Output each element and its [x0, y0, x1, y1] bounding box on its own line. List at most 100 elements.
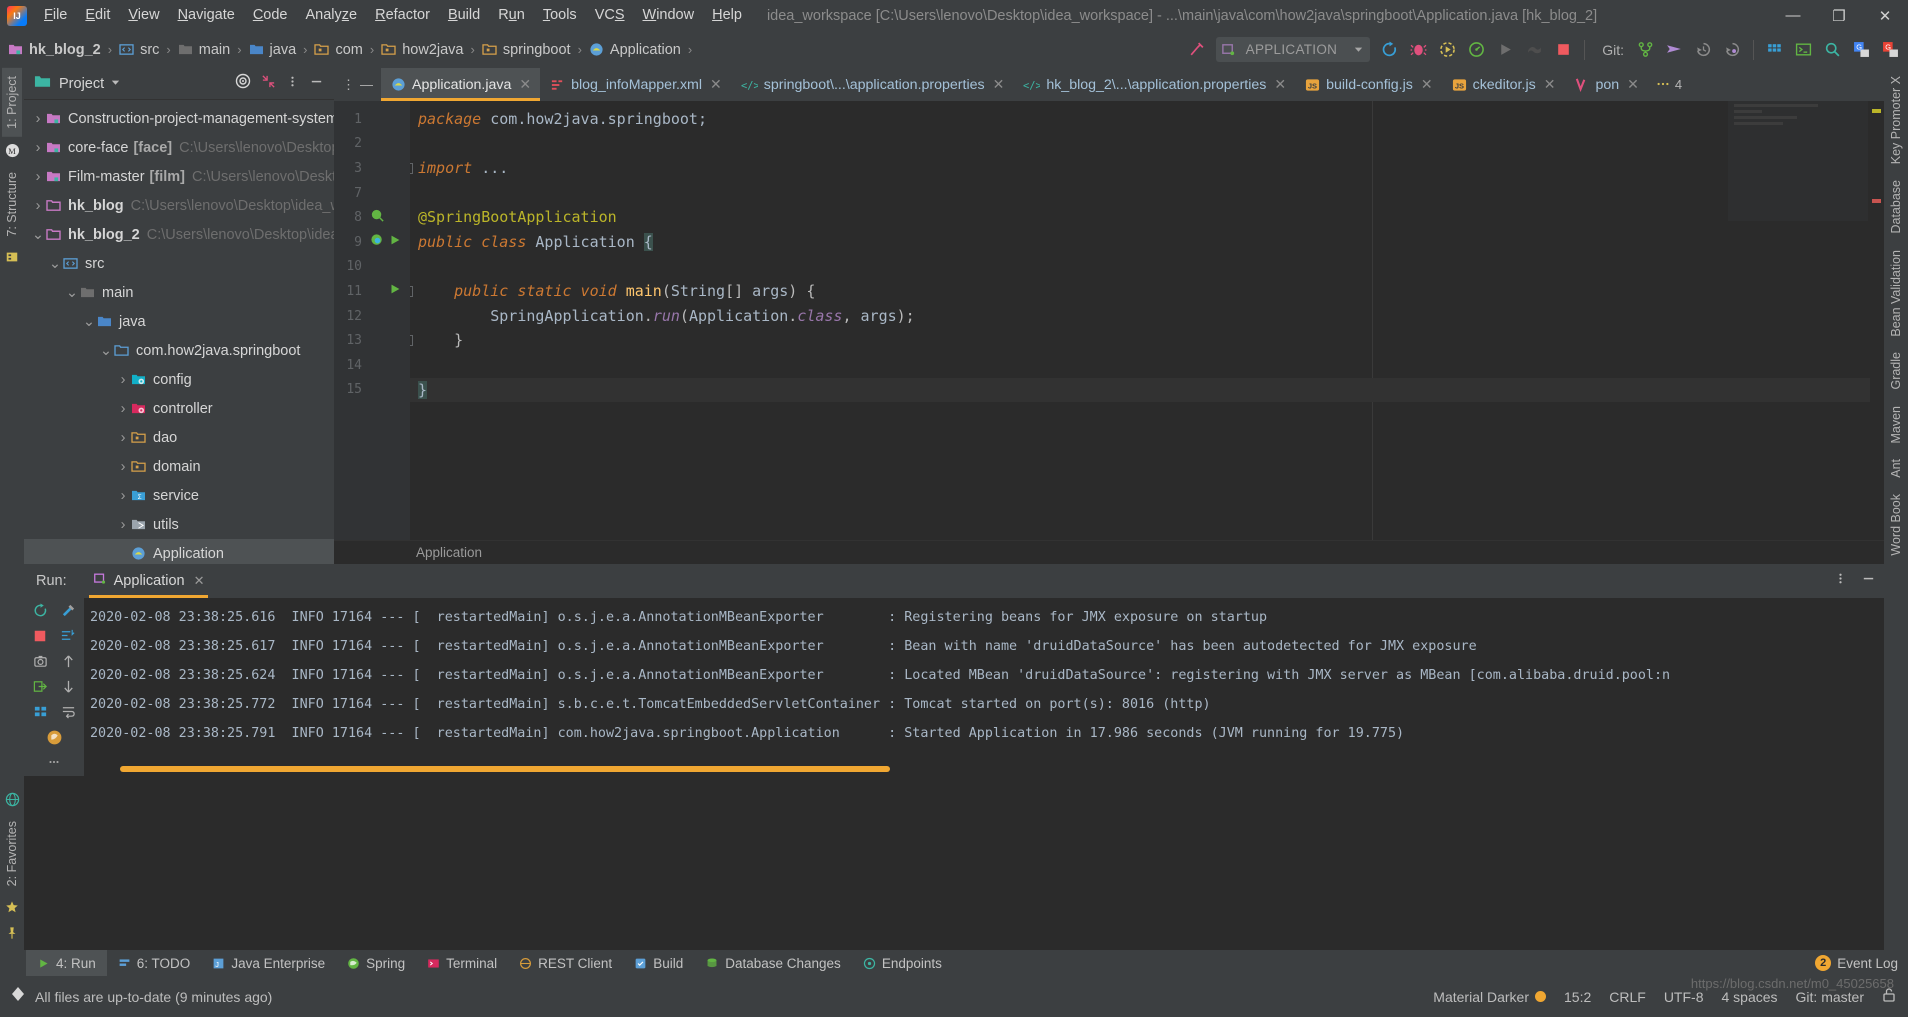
tree-row[interactable]: Application	[24, 539, 334, 564]
close-icon[interactable]: ✕	[1274, 76, 1286, 93]
hide-icon[interactable]	[309, 74, 324, 94]
console-horizontal-scrollbar[interactable]	[120, 766, 890, 772]
spring-boot-icon[interactable]	[46, 729, 63, 751]
tool-window-database-changes[interactable]: Database Changes	[694, 950, 852, 976]
git-push-icon[interactable]	[1661, 36, 1688, 63]
event-log-area[interactable]: 2 Event Log	[1815, 955, 1898, 971]
chevron-right-icon[interactable]: ›	[30, 169, 46, 185]
editor-tab-pon[interactable]: pon ✕	[1564, 68, 1647, 101]
tool-window-run[interactable]: 4: Run	[26, 950, 107, 976]
run-with-coverage-icon[interactable]	[1434, 36, 1461, 63]
print-icon[interactable]	[60, 628, 75, 648]
tool-window-word-book[interactable]: Word Book	[1886, 486, 1906, 564]
tool-window-key-promoter[interactable]: Key Promoter X	[1886, 68, 1906, 172]
chevron-right-icon[interactable]: ›	[115, 372, 131, 388]
menu-help[interactable]: Help	[703, 0, 751, 31]
tree-row[interactable]: › core-face[face] C:\Users\lenovo\Desktop\…	[24, 133, 334, 162]
menu-run[interactable]: Run	[489, 0, 534, 31]
editor-marker[interactable]	[1872, 109, 1881, 113]
spring-bean-icon[interactable]	[370, 208, 385, 227]
breadcrumb-item-how2java[interactable]: how2java	[381, 42, 464, 58]
code-line-8[interactable]: @SpringBootApplication	[410, 205, 1884, 230]
editor-tab-springboot-application-properties[interactable]: </> springboot\...\application.properties…	[731, 68, 1014, 101]
git-branch-icon[interactable]	[1632, 36, 1659, 63]
chevron-right-icon[interactable]: ›	[30, 198, 46, 214]
wrap-icon[interactable]	[61, 704, 76, 724]
more-icon[interactable]	[47, 755, 61, 774]
menu-vcs[interactable]: VCS	[586, 0, 634, 31]
edit-config-icon[interactable]	[61, 603, 76, 623]
attach-debugger-icon[interactable]	[1521, 36, 1548, 63]
export-icon[interactable]	[33, 679, 48, 699]
restore-button[interactable]: ❐	[1816, 0, 1862, 31]
options-icon[interactable]	[286, 74, 299, 94]
run-gutter-icon[interactable]	[388, 233, 402, 251]
git-history-icon[interactable]	[1690, 36, 1717, 63]
hide-editor-icon[interactable]: —	[360, 77, 373, 92]
code-line-10[interactable]	[410, 255, 1884, 280]
menu-code[interactable]: Code	[244, 0, 297, 31]
tree-row[interactable]: › utils	[24, 510, 334, 539]
gutter-line-12[interactable]: 12	[334, 304, 410, 329]
tree-row[interactable]: › controller	[24, 394, 334, 423]
code-editor[interactable]: 1 2 3 7 8 9 10 11 12 13 14 15 package com.how2java.…	[334, 101, 1884, 540]
chevron-right-icon[interactable]: ›	[30, 140, 46, 156]
chevron-right-icon[interactable]: ›	[30, 111, 46, 127]
collapse-all-icon[interactable]	[261, 74, 276, 94]
chevron-right-icon[interactable]: ›	[115, 430, 131, 446]
close-icon[interactable]: ✕	[1627, 76, 1639, 93]
gutter-line-9[interactable]: 9	[334, 230, 410, 255]
editor-tab-build-config-js[interactable]: JS build-config.js ✕	[1295, 68, 1441, 101]
project-tree[interactable]: › Construction-project-management-system-…	[24, 100, 334, 564]
scroll-from-source-icon[interactable]	[235, 73, 251, 94]
code-line-13[interactable]: }-	[410, 328, 1884, 353]
editor-tab-ckeditor-js[interactable]: JS ckeditor.js ✕	[1442, 68, 1565, 101]
tree-row[interactable]: ⌄ java	[24, 307, 334, 336]
menu-build[interactable]: Build	[439, 0, 489, 31]
editor-tab-hk-blog-2-application-properties[interactable]: </> hk_blog_2\...\application.properties ✕	[1013, 68, 1295, 101]
rerun-icon[interactable]	[1376, 36, 1403, 63]
editor-gutter[interactable]: 1 2 3 7 8 9 10 11 12 13 14 15	[334, 101, 410, 540]
code-line-2[interactable]	[410, 132, 1884, 157]
editor-marker[interactable]	[1872, 199, 1881, 203]
tool-window-rest-client[interactable]: REST Client	[508, 950, 623, 976]
tree-row[interactable]: › dao	[24, 423, 334, 452]
close-icon[interactable]: ✕	[710, 76, 722, 93]
tree-row[interactable]: › domain	[24, 452, 334, 481]
close-icon[interactable]: ✕	[194, 573, 205, 589]
stop-icon[interactable]	[1550, 36, 1577, 63]
tool-window-project[interactable]: 1: Project	[2, 68, 22, 137]
menu-tools[interactable]: Tools	[534, 0, 586, 31]
stop-icon[interactable]	[33, 629, 47, 648]
close-button[interactable]: ✕	[1862, 0, 1908, 31]
run-gutter-icon[interactable]	[388, 282, 402, 300]
bookmarks-icon[interactable]	[5, 250, 19, 264]
close-icon[interactable]: ✕	[993, 76, 1005, 93]
pin-icon[interactable]	[5, 926, 19, 940]
code-line-9[interactable]: public class Application {	[410, 230, 1884, 255]
rerun-icon[interactable]	[33, 603, 48, 623]
search-everywhere-icon[interactable]	[1819, 36, 1846, 63]
maven-m-icon[interactable]: M	[5, 143, 20, 158]
run-panel-hide-icon[interactable]	[1861, 571, 1876, 591]
tree-row[interactable]: › Construction-project-management-system-…	[24, 104, 334, 133]
terminal-icon[interactable]	[1790, 36, 1817, 63]
tool-window-endpoints[interactable]: Endpoints	[852, 950, 953, 976]
chevron-down-icon[interactable]: ⌄	[64, 285, 80, 301]
console-output[interactable]: 2020-02-08 23:38:25.616 INFO 17164 --- […	[84, 598, 1884, 776]
tree-row[interactable]: ⌄ main	[24, 278, 334, 307]
close-icon[interactable]: ✕	[1544, 76, 1556, 93]
code-line-12[interactable]: SpringApplication.run(Application.class,…	[410, 304, 1884, 329]
gutter-line-1[interactable]: 1	[334, 107, 410, 132]
tool-window-spring[interactable]: Spring	[336, 950, 416, 976]
editor-marker-bar[interactable]	[1870, 101, 1884, 540]
run-panel-options-icon[interactable]	[1834, 571, 1847, 591]
chevron-down-icon[interactable]: ⌄	[81, 314, 97, 330]
tree-row[interactable]: ⌄ com.how2java.springboot	[24, 336, 334, 365]
close-icon[interactable]: ✕	[1421, 76, 1433, 93]
more-tabs-icon[interactable]	[1656, 77, 1670, 92]
translate-icon[interactable]: G	[1848, 36, 1875, 63]
code-line-7[interactable]	[410, 181, 1884, 206]
chevron-right-icon[interactable]: ›	[115, 488, 131, 504]
tool-window-bean-validation[interactable]: Bean Validation	[1886, 242, 1906, 345]
